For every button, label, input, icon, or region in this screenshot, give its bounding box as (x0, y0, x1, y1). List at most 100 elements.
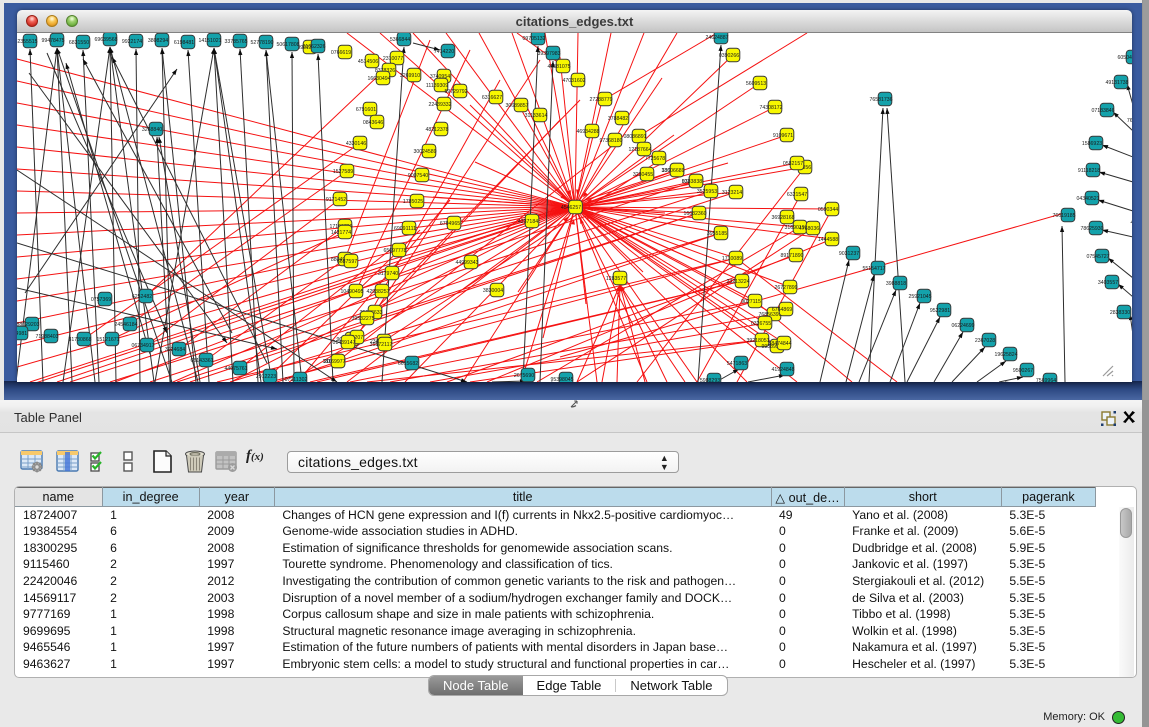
svg-text:0326755: 0326755 (751, 321, 771, 327)
svg-text:95398045: 95398045 (550, 377, 573, 382)
svg-text:76619185: 76619185 (1052, 213, 1075, 219)
svg-text:01439147: 01439147 (332, 340, 355, 346)
svg-text:5988293: 5988293 (700, 378, 720, 382)
svg-text:18169977: 18169977 (322, 359, 345, 365)
svg-text:7569964: 7569964 (1036, 378, 1056, 382)
svg-text:14151021: 14151021 (198, 38, 221, 44)
svg-text:22439332: 22439332 (428, 102, 451, 108)
svg-text:10490495: 10490495 (340, 289, 363, 295)
svg-text:3179740: 3179740 (378, 271, 398, 277)
svg-text:3123214: 3123214 (722, 190, 742, 196)
svg-text:89171890: 89171890 (780, 253, 803, 259)
svg-text:0590344: 0590344 (818, 207, 838, 213)
svg-text:23213224: 23213224 (726, 279, 749, 285)
svg-text:6794965: 6794965 (440, 221, 460, 227)
svg-text:50617808: 50617808 (276, 42, 299, 48)
svg-text:2675690: 2675690 (514, 373, 534, 379)
svg-text:1421774: 1421774 (331, 230, 351, 236)
svg-text:76581736: 76581736 (869, 97, 892, 103)
svg-text:16630494: 16630494 (367, 76, 390, 82)
svg-text:5609513: 5609513 (746, 81, 766, 87)
svg-text:07911302: 07911302 (285, 377, 308, 382)
svg-text:1785025: 1785025 (403, 199, 423, 205)
svg-text:99478475: 99478475 (41, 38, 64, 44)
svg-text:3230455: 3230455 (633, 172, 653, 178)
svg-text:19625824: 19625824 (994, 352, 1017, 358)
svg-text:48265917: 48265917 (1130, 220, 1132, 226)
svg-text:7414220: 7414220 (434, 49, 454, 55)
svg-text:6687597: 6687597 (337, 259, 357, 265)
svg-text:0582157: 0582157 (783, 161, 803, 167)
svg-text:58474844: 58474844 (768, 341, 791, 347)
svg-text:3808294: 3808294 (148, 38, 168, 44)
svg-text:0757369: 0757369 (91, 297, 111, 303)
svg-text:91118218: 91118218 (1078, 168, 1100, 174)
svg-text:49131738: 49131738 (1105, 80, 1128, 86)
svg-text:3403557: 3403557 (1098, 280, 1118, 286)
svg-text:6198481: 6198481 (174, 40, 194, 46)
svg-text:3924684: 3924684 (165, 347, 185, 353)
svg-text:3525953: 3525953 (697, 189, 717, 195)
svg-text:39397983: 39397983 (537, 51, 560, 57)
svg-text:3955185: 3955185 (707, 231, 727, 237)
svg-text:44999343: 44999343 (455, 260, 478, 266)
svg-text:40581075: 40581075 (547, 64, 570, 70)
svg-text:2154981: 2154981 (17, 331, 27, 337)
svg-text:69091111: 69091111 (394, 226, 416, 232)
svg-text:30689857: 30689857 (505, 103, 528, 109)
svg-text:6615682: 6615682 (398, 361, 418, 367)
svg-text:9027115: 9027115 (741, 299, 761, 305)
svg-text:36928168: 36928168 (771, 215, 794, 221)
svg-text:9031237: 9031237 (839, 251, 859, 257)
svg-text:07545727: 07545727 (1086, 254, 1109, 260)
svg-text:42355515: 42355515 (17, 39, 38, 45)
svg-text:24624887: 24624887 (705, 35, 728, 41)
svg-text:2912223: 2912223 (256, 374, 276, 380)
svg-text:26727899: 26727899 (774, 285, 797, 291)
svg-text:6764869: 6764869 (772, 307, 792, 313)
svg-text:4237184: 4237184 (518, 219, 538, 225)
svg-text:33785765: 33785765 (224, 39, 247, 45)
svg-text:6791601: 6791601 (356, 107, 376, 113)
svg-text:59729792: 59729792 (444, 89, 467, 95)
svg-text:3268840: 3268840 (142, 127, 162, 133)
svg-text:08086891: 08086891 (623, 134, 646, 140)
svg-text:27288779: 27288779 (589, 97, 612, 103)
svg-text:9007540: 9007540 (408, 173, 428, 179)
svg-text:16682360: 16682360 (683, 211, 706, 217)
svg-text:39532275: 39532275 (351, 316, 374, 322)
svg-text:2310077: 2310077 (383, 56, 403, 62)
svg-text:12187664: 12187664 (628, 147, 651, 153)
svg-text:0843646: 0843646 (363, 120, 383, 126)
svg-text:06734917: 06734917 (131, 343, 154, 349)
svg-text:0766619: 0766619 (331, 50, 351, 56)
svg-text:3269910: 3269910 (400, 73, 420, 79)
svg-text:2367028: 2367028 (975, 338, 995, 344)
svg-text:25921045: 25921045 (908, 294, 931, 300)
svg-text:24546184: 24546184 (114, 322, 137, 328)
svg-text:47031602: 47031602 (562, 78, 585, 84)
svg-text:44975761: 44975761 (224, 366, 247, 372)
svg-text:65697778: 65697778 (383, 248, 406, 254)
svg-text:31133614: 31133614 (525, 113, 548, 119)
svg-text:6252482: 6252482 (132, 294, 152, 300)
svg-text:78625930: 78625930 (1080, 226, 1103, 232)
svg-text:68143361: 68143361 (190, 358, 213, 364)
svg-text:6321547: 6321547 (787, 192, 807, 198)
svg-text:30024589: 30024589 (413, 149, 436, 155)
svg-text:1586923: 1586923 (1082, 141, 1102, 147)
svg-text:9109671: 9109671 (773, 133, 793, 139)
svg-text:35572117: 35572117 (370, 342, 393, 348)
svg-text:97368180: 97368180 (599, 138, 622, 144)
svg-text:5366844: 5366844 (390, 37, 410, 43)
svg-text:6316627: 6316627 (482, 95, 502, 101)
svg-text:9171452: 9171452 (326, 197, 346, 203)
svg-text:5471863: 5471863 (727, 361, 747, 367)
svg-text:31730868: 31730868 (68, 337, 91, 343)
svg-text:9522981: 9522981 (930, 308, 950, 314)
svg-text:71988403: 71988403 (35, 334, 58, 340)
svg-text:3988818: 3988818 (886, 281, 906, 287)
svg-text:1527589: 1527589 (333, 169, 353, 175)
svg-text:4768036: 4768036 (799, 226, 819, 232)
svg-text:01662326: 01662326 (302, 44, 325, 50)
